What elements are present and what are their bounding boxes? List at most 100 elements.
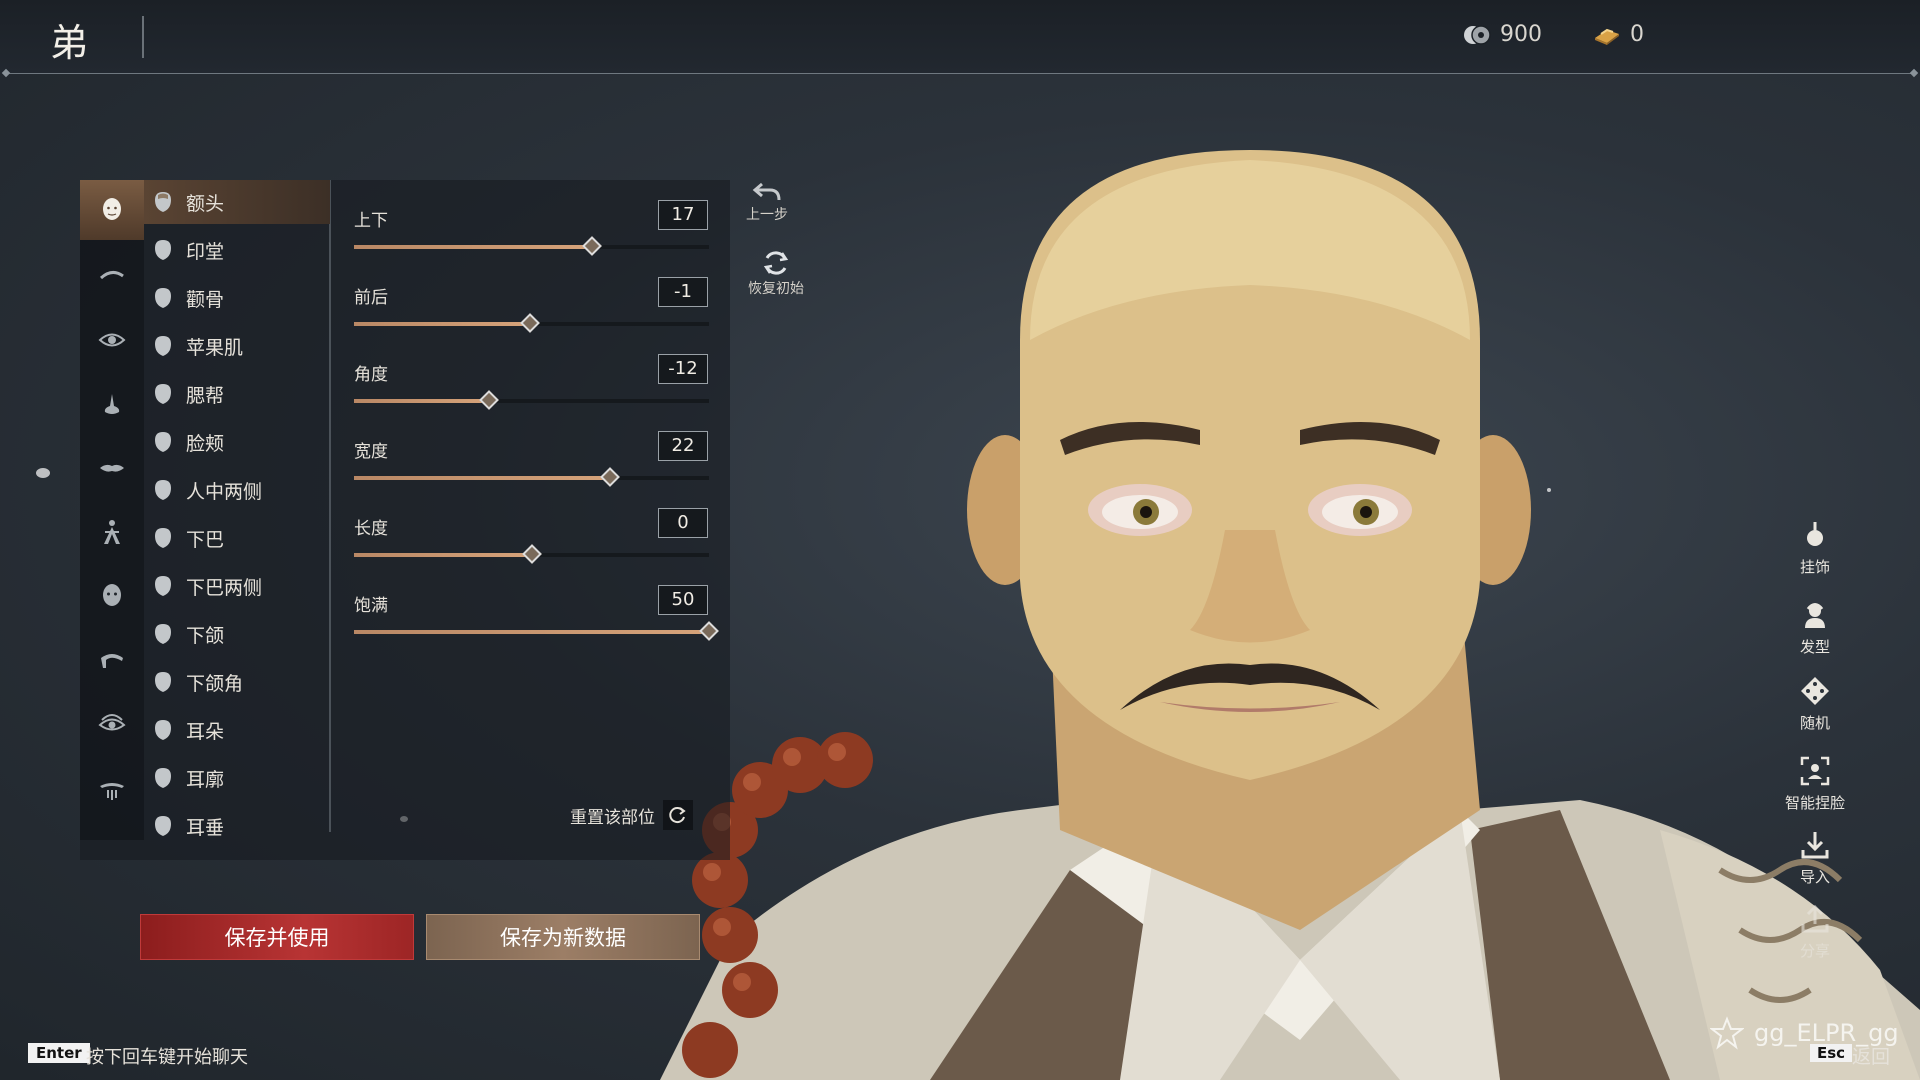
part-item[interactable]: 耳垂: [144, 804, 330, 848]
slider-handle[interactable]: [479, 390, 499, 410]
brow-icon: [99, 271, 124, 280]
face-part-icon: [154, 767, 172, 789]
coin-count: 900: [1500, 22, 1542, 47]
slider-track[interactable]: [354, 467, 709, 487]
reset-part-label: 重置该部位: [570, 807, 655, 828]
snow-particle: [1547, 488, 1551, 492]
right-tool-label: 导入: [1799, 868, 1830, 886]
share-icon: [1801, 904, 1829, 933]
pendant-button[interactable]: 挂饰: [1782, 520, 1848, 577]
part-item[interactable]: 苹果肌: [144, 324, 330, 368]
part-label: 耳廓: [186, 768, 225, 791]
part-item[interactable]: 腮帮: [144, 372, 330, 416]
right-tool-label: 分享: [1799, 942, 1830, 960]
ingot-count: 0: [1630, 22, 1644, 47]
part-item[interactable]: 脸颊: [144, 420, 330, 464]
face-part-icon: [154, 287, 172, 309]
slider-track[interactable]: [354, 544, 709, 564]
part-label: 脸颊: [186, 432, 225, 455]
slider-label: 角度: [354, 365, 388, 385]
category-body[interactable]: [80, 502, 144, 562]
page-title: 弟: [50, 21, 89, 65]
smart-face-button[interactable]: 智能捏脸: [1782, 756, 1848, 813]
slider-value-input[interactable]: 50: [658, 585, 708, 615]
share-button[interactable]: 分享: [1782, 904, 1848, 961]
restore-button[interactable]: 恢复初始: [748, 248, 804, 298]
slider-row: 长度 0: [352, 496, 712, 566]
right-tool-label: 挂饰: [1799, 558, 1830, 576]
slider-row: 前后 -1: [352, 265, 712, 335]
slider-fill: [354, 553, 532, 557]
category-brow[interactable]: [80, 246, 144, 306]
slider-value-input[interactable]: 17: [658, 200, 708, 230]
right-tool-label: 发型: [1799, 638, 1830, 656]
body-icon: [104, 520, 120, 544]
dice-button[interactable]: 随机: [1782, 676, 1848, 733]
face-part-icon: [154, 719, 172, 741]
import-icon: [1801, 832, 1829, 859]
beard-icon: [100, 783, 124, 800]
part-item[interactable]: 人中两侧: [144, 468, 330, 512]
hairstyle-button[interactable]: 发型: [1782, 600, 1848, 657]
slider-label: 饱满: [354, 596, 388, 616]
part-item[interactable]: 下颌角: [144, 660, 330, 704]
part-item[interactable]: 额头: [144, 180, 330, 224]
slider-handle[interactable]: [600, 467, 620, 487]
part-item[interactable]: 耳廓: [144, 756, 330, 800]
slider-value-input[interactable]: -12: [658, 354, 708, 384]
category-eye[interactable]: [80, 310, 144, 370]
part-item[interactable]: 颧骨: [144, 276, 330, 320]
category-beard[interactable]: [80, 758, 144, 818]
slider-value-input[interactable]: 22: [658, 431, 708, 461]
part-item[interactable]: 耳朵: [144, 708, 330, 752]
undo-button[interactable]: 上一步: [746, 180, 788, 224]
category-eye-makeup[interactable]: [80, 694, 144, 754]
slider-fill: [354, 476, 610, 480]
mouth-icon: [100, 464, 124, 472]
ingot-icon: [1592, 24, 1622, 46]
face-part-icon: [154, 815, 172, 837]
part-item[interactable]: 下巴两侧: [144, 564, 330, 608]
slider-row: 角度 -12: [352, 342, 712, 412]
slider-value-input[interactable]: 0: [658, 508, 708, 538]
restore-label: 恢复初始: [748, 281, 804, 297]
slider-handle[interactable]: [522, 544, 542, 564]
undo-icon: [752, 182, 781, 201]
nose-icon: [104, 394, 120, 414]
slider-value-input[interactable]: -1: [658, 277, 708, 307]
face-part-icon: [154, 671, 172, 693]
save-and-use-button[interactable]: 保存并使用: [140, 914, 414, 960]
chat-hint[interactable]: 按下回车键开始聊天: [86, 1043, 248, 1069]
currency-ingots: 0: [1592, 22, 1644, 47]
part-item[interactable]: 下颌: [144, 612, 330, 656]
head-icon: [103, 584, 121, 606]
part-item[interactable]: 印堂: [144, 228, 330, 272]
slider-track[interactable]: [354, 313, 709, 333]
slider-track[interactable]: [354, 621, 719, 641]
enter-key-hint: Enter: [28, 1043, 90, 1063]
category-face[interactable]: [80, 180, 144, 240]
part-label: 颧骨: [186, 288, 225, 311]
category-mouth[interactable]: [80, 438, 144, 498]
category-hair[interactable]: [80, 630, 144, 690]
slider-fill: [354, 245, 592, 249]
restore-icon: [763, 251, 789, 275]
part-item[interactable]: 下巴: [144, 516, 330, 560]
back-button[interactable]: 返回: [1852, 1042, 1890, 1069]
slider-track[interactable]: [354, 236, 709, 256]
category-head[interactable]: [80, 566, 144, 626]
hairstyle-icon: [1805, 603, 1825, 628]
slider-fill: [354, 322, 530, 326]
import-button[interactable]: 导入: [1782, 830, 1848, 887]
face-icon: [103, 198, 121, 220]
face-part-icon: [154, 335, 172, 357]
face-part-icon: [154, 527, 172, 549]
slider-handle[interactable]: [582, 236, 602, 256]
category-nose[interactable]: [80, 374, 144, 434]
eye-icon: [98, 333, 126, 347]
save-as-new-button[interactable]: 保存为新数据: [426, 914, 700, 960]
slider-row: 上下 17: [352, 188, 712, 258]
slider-handle[interactable]: [520, 313, 540, 333]
slider-track[interactable]: [354, 390, 709, 410]
reset-part-button[interactable]: 重置该部位: [570, 800, 693, 830]
